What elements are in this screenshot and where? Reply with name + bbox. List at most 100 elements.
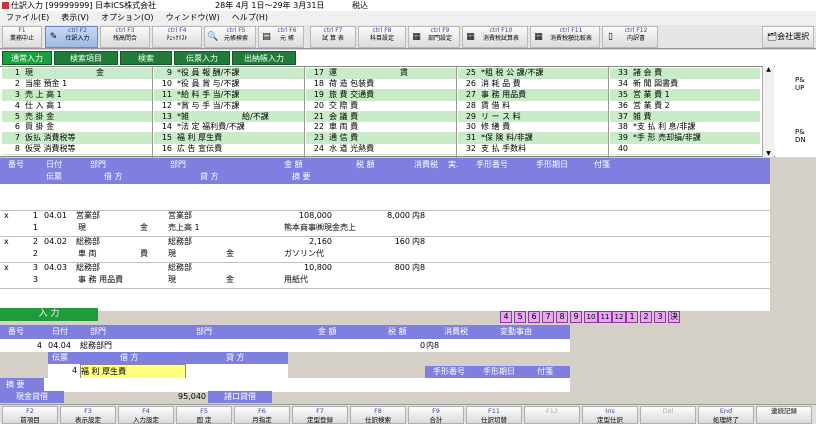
toolbar-checklist[interactable]: ctrl F4 ﾁｪｯｸﾘｽﾄ [152, 26, 202, 48]
account-item[interactable]: 14 *法 定 福利費/不課 [154, 122, 304, 134]
fkey-button[interactable]: F6 月指定 [234, 406, 290, 424]
toolbar-tax-trial[interactable]: ▦ ctrl F10 消費税試算表 [462, 26, 528, 48]
month-button[interactable]: 5 [514, 311, 526, 323]
account-item[interactable]: 28 賃 借 料 [458, 100, 608, 112]
input-tax-type[interactable]: 内8 [426, 339, 439, 352]
month-button[interactable]: 6 [528, 311, 540, 323]
month-button[interactable]: 11 [598, 311, 612, 323]
menu-view[interactable]: 表示(V) [61, 13, 89, 22]
month-button[interactable]: 2 [640, 311, 652, 323]
account-item[interactable]: 33 諸 会 費 [610, 68, 760, 79]
account-item[interactable]: 25 *租 税 公 課/不課 [458, 68, 608, 79]
account-item[interactable]: 11 *給 料 手 当/不課 [154, 89, 304, 101]
toolbar-dept-settings[interactable]: ▦ ctrl F9 部門設定 [408, 26, 460, 48]
account-item[interactable]: 17 運 賃 [306, 68, 456, 79]
fkey-button[interactable]: F9 合計 [408, 406, 464, 424]
menu-options[interactable]: オプション(O) [101, 13, 154, 22]
account-item[interactable]: 36 営 業 費 2 [610, 100, 760, 112]
month-button[interactable]: 8 [556, 311, 568, 323]
account-item[interactable]: 9 *役 員 報 酬/不課 [154, 68, 304, 79]
menu-window[interactable]: ウィンドウ(W) [166, 13, 220, 22]
account-item[interactable]: 24 水 道 光熱費 [306, 144, 456, 156]
page-up-button[interactable]: P& UP [795, 76, 809, 92]
month-button[interactable]: 9 [570, 311, 582, 323]
fkey-button[interactable]: Ins 定型仕訳 [582, 406, 638, 424]
account-item[interactable]: 6 買 掛 金 [2, 122, 152, 134]
input-tax[interactable]: 0 [420, 339, 425, 352]
account-item[interactable]: 3 売 上 高 1 [2, 89, 152, 101]
tab-normal-entry[interactable]: 通常入力 [2, 51, 52, 65]
account-item[interactable]: 34 新 聞 図書費 [610, 78, 760, 90]
account-item[interactable]: 7 仮払 消費税等 [2, 133, 152, 145]
account-item[interactable]: 10 *役 員 賞 与/不課 [154, 78, 304, 90]
journal-row[interactable]: x 1 04.01 営業部 営業部 1 現 金 売上高 1 熊本商事㈱現金売上 内8 108,000 8… [0, 210, 770, 236]
fkey-button[interactable]: F5 固 定 [176, 406, 232, 424]
account-item[interactable]: 12 *賞 与 手 当/不課 [154, 100, 304, 112]
account-item[interactable]: 5 売 掛 金 [2, 111, 152, 123]
month-button[interactable]: 1 [626, 311, 638, 323]
fkey-button[interactable]: F8 仕訳検索 [350, 406, 406, 424]
account-item[interactable]: 35 営 業 費 1 [610, 89, 760, 101]
fkey-button[interactable]: F2 前項目 [2, 406, 58, 424]
account-item[interactable]: 19 旅 費 交通費 [306, 89, 456, 101]
tab-search[interactable]: 検索 [120, 51, 172, 65]
fkey-button[interactable]: F11 仕訳切替 [466, 406, 522, 424]
month-button[interactable]: 決 [668, 311, 680, 323]
toolbar-ledger[interactable]: ▤ ctrl F6 元 帳 [258, 26, 304, 48]
fkey-button[interactable]: F7 定型登録 [292, 406, 348, 424]
fkey-button[interactable]: 連続記録 [756, 406, 812, 424]
account-item[interactable]: 18 荷 造 包装費 [306, 78, 456, 90]
account-item[interactable]: 13 *雑 給/不課 [154, 111, 304, 123]
account-item[interactable]: 1現 金 [2, 68, 152, 79]
fkey-button[interactable]: End 処理終了 [698, 406, 754, 424]
account-item[interactable]: 31 *保 険 料/非課 [458, 133, 608, 145]
account-item[interactable]: 20 交 際 費 [306, 100, 456, 112]
company-select-button[interactable]: 🗂会社選択 [762, 26, 814, 48]
fkey-button[interactable]: F4 入力設定 [118, 406, 174, 424]
account-item[interactable]: 16 広 告 宣伝費 [154, 144, 304, 156]
tab-slip-entry[interactable]: 伝票入力 [174, 51, 230, 65]
account-item[interactable]: 21 会 議 費 [306, 111, 456, 123]
toolbar-journal-entry[interactable]: ✎ ctrl F2 仕訳入力 [45, 26, 98, 48]
account-item[interactable]: 22 車 両 費 [306, 122, 456, 134]
account-item[interactable]: 23 通 信 費 [306, 133, 456, 145]
scroll-up-icon[interactable]: ▲ [763, 66, 774, 73]
input-slip[interactable]: 4 [72, 364, 77, 378]
account-item[interactable]: 40 [610, 144, 760, 156]
month-button[interactable]: 10 [584, 311, 598, 323]
fkey-button[interactable]: F3 表示設定 [60, 406, 116, 424]
toolbar-business-stop[interactable]: F1 業務中止 [2, 26, 42, 48]
account-item[interactable]: 26 消 耗 品 費 [458, 78, 608, 90]
toolbar-balance-inquiry[interactable]: ctrl F3 残高問合 [100, 26, 150, 48]
tab-search-items[interactable]: 検索項目 [54, 51, 118, 65]
menu-file[interactable]: ファイル(E) [6, 13, 49, 22]
account-scrollbar[interactable]: ▲ ▼ [762, 66, 774, 157]
account-item[interactable]: 30 修 繕 費 [458, 122, 608, 134]
month-button[interactable]: 12 [612, 311, 626, 323]
page-down-button[interactable]: P& DN [795, 128, 809, 144]
month-button[interactable]: 3 [654, 311, 666, 323]
account-item[interactable]: 4 仕 入 高 1 [2, 100, 152, 112]
month-button[interactable]: 4 [500, 311, 512, 323]
toolbar-account-settings[interactable]: ctrl F8 科目設定 [358, 26, 406, 48]
account-item[interactable]: 38 *支 払 利 息/非課 [610, 122, 760, 134]
account-item[interactable]: 39 *手 形 売却損/非課 [610, 133, 760, 145]
toolbar-trial-balance[interactable]: ctrl F7 試 算 表 [310, 26, 356, 48]
journal-row[interactable]: x 3 04.03 総務部 総務部 3 事 務 用品費 現 金 用紙代 内8 10,800 800 [0, 262, 770, 288]
month-button[interactable]: 7 [542, 311, 554, 323]
account-item[interactable]: 27 事 務 用品費 [458, 89, 608, 101]
toolbar-tax-compare[interactable]: ▦ ctrl F11 消費税額比較表 [530, 26, 600, 48]
menu-help[interactable]: ヘルプ(H) [232, 13, 268, 22]
toolbar-breakdown[interactable]: ▯ ctrl F12 内訳書 [602, 26, 658, 48]
journal-row[interactable]: x 2 04.02 総務部 総務部 2 車 両 費 現 金 ガソリン代 内8 2,160 160 [0, 236, 770, 262]
account-item[interactable]: 8 仮受 消費税等 [2, 144, 152, 156]
account-item[interactable]: 15 福 利 厚生費 [154, 133, 304, 145]
scroll-down-icon[interactable]: ▼ [763, 150, 774, 157]
account-item[interactable]: 32 支 払 手数料 [458, 144, 608, 156]
input-credit-account[interactable] [190, 364, 286, 378]
input-dept[interactable]: 総務部門 [80, 339, 112, 352]
input-date[interactable]: 04.04 [48, 339, 71, 352]
account-item[interactable]: 37 雑 費 [610, 111, 760, 123]
input-number[interactable]: 4 [4, 339, 42, 352]
account-item[interactable]: 2 当座 預金 1 [2, 78, 152, 90]
